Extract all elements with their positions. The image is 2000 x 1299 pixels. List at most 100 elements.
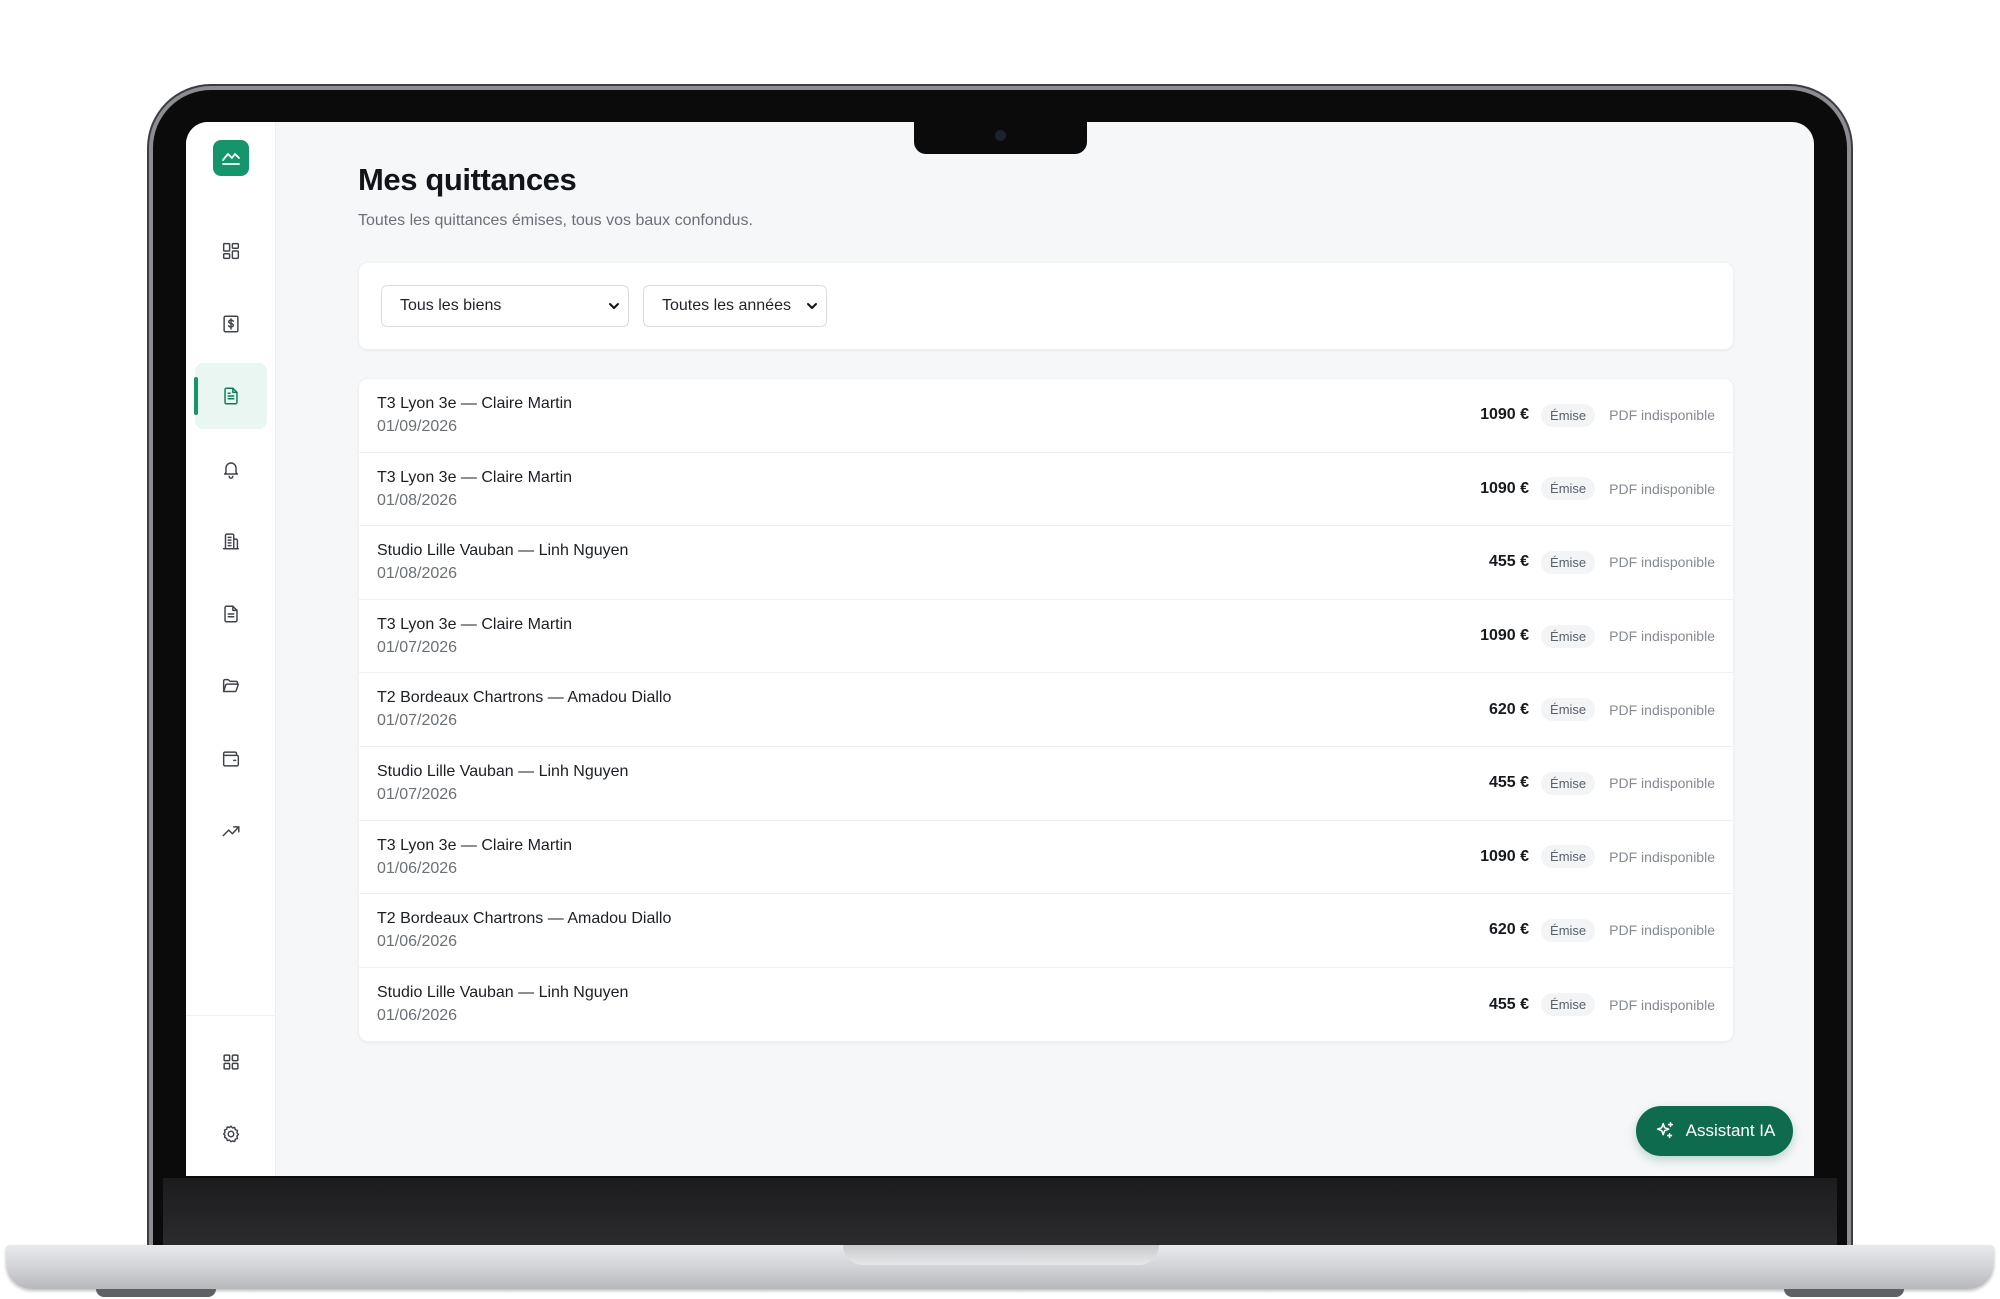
sidebar-item-properties[interactable] (195, 508, 267, 574)
assistant-ia-label: Assistant IA (1685, 1121, 1776, 1140)
status-badge: Émise (1541, 550, 1596, 574)
sidebar (186, 122, 276, 1176)
receipt-date: 01/08/2026 (377, 491, 458, 509)
pdf-status: PDF indisponible (1609, 554, 1715, 571)
pdf-status: PDF indisponible (1609, 996, 1715, 1013)
receipt-meta: 620 € Émise PDF indisponible (1489, 894, 1715, 967)
receipt-title: T3 Lyon 3e — Claire Martin (377, 615, 573, 633)
receipt-meta: 620 € Émise PDF indisponible (1489, 673, 1715, 746)
pdf-status: PDF indisponible (1609, 407, 1715, 424)
logo-icon (222, 153, 240, 165)
receipts-icon (224, 387, 238, 405)
bell-icon (223, 462, 239, 479)
pdf-status: PDF indisponible (1609, 480, 1715, 497)
year-filter-select[interactable]: Toutes les années (643, 285, 827, 327)
receipt-title: Studio Lille Vauban — Linh Nguyen (377, 983, 629, 1001)
property-filter-value: Tous les biens (400, 297, 502, 314)
pdf-status: PDF indisponible (1609, 922, 1715, 939)
status-badge: Émise (1541, 698, 1596, 722)
receipt-row[interactable]: T3 Lyon 3e — Claire Martin 01/09/2026 10… (359, 379, 1733, 453)
laptop-bezel-bottom (163, 1178, 1837, 1245)
chevron-down-icon (807, 303, 817, 309)
camera-notch (914, 122, 1087, 154)
sidebar-item-analytics[interactable] (195, 798, 267, 864)
status-badge: Émise (1541, 918, 1596, 942)
sidebar-item-notifications[interactable] (195, 436, 267, 502)
sidebar-item-receipts[interactable] (194, 363, 267, 429)
receipt-meta: 1090 € Émise PDF indisponible (1480, 379, 1715, 452)
pdf-status: PDF indisponible (1609, 848, 1715, 865)
assistant-ia-button[interactable]: Assistant IA (1636, 1106, 1793, 1156)
receipt-row[interactable]: Studio Lille Vauban — Linh Nguyen 01/08/… (359, 526, 1733, 600)
receipt-amount: 455 € (1488, 774, 1530, 792)
trending-up-icon (222, 826, 240, 837)
receipt-meta: 1090 € Émise PDF indisponible (1480, 821, 1715, 894)
laptop-foot-left (96, 1289, 216, 1297)
receipt-row[interactable]: Studio Lille Vauban — Linh Nguyen 01/06/… (359, 968, 1733, 1042)
receipt-amount: 455 € (1488, 995, 1530, 1013)
receipt-date: 01/06/2026 (377, 1006, 458, 1024)
receipt-title: T2 Bordeaux Chartrons — Amadou Diallo (377, 689, 672, 707)
pdf-status: PDF indisponible (1609, 775, 1715, 792)
app-screen: Mes quittances Toutes les quittances émi… (186, 122, 1814, 1176)
receipt-row[interactable]: T3 Lyon 3e — Claire Martin 01/07/2026 10… (359, 600, 1733, 674)
sidebar-item-files[interactable] (195, 653, 267, 719)
receipt-amount: 1090 € (1480, 479, 1530, 497)
receipt-date: 01/07/2026 (377, 785, 458, 803)
receipt-title: Studio Lille Vauban — Linh Nguyen (377, 762, 629, 780)
receipt-meta: 1090 € Émise PDF indisponible (1480, 453, 1715, 526)
status-badge: Émise (1541, 993, 1596, 1017)
sidebar-divider (186, 1015, 276, 1016)
receipt-amount: 455 € (1488, 553, 1530, 571)
sidebar-item-wallet[interactable] (195, 726, 267, 792)
filters-card: Tous les biens Toutes les années (358, 262, 1734, 350)
status-badge: Émise (1541, 771, 1596, 795)
sidebar-item-apps[interactable] (195, 1029, 267, 1095)
sidebar-item-documents[interactable] (195, 581, 267, 647)
status-badge: Émise (1541, 845, 1596, 869)
payments-icon (223, 315, 239, 333)
receipt-row[interactable]: T3 Lyon 3e — Claire Martin 01/06/2026 10… (359, 821, 1733, 895)
page-subtitle: Toutes les quittances émises, tous vos b… (358, 212, 753, 229)
sparkles-icon (1656, 1121, 1673, 1139)
receipt-row[interactable]: T3 Lyon 3e — Claire Martin 01/08/2026 10… (359, 453, 1733, 527)
receipt-title: T3 Lyon 3e — Claire Martin (377, 836, 573, 854)
pdf-status: PDF indisponible (1609, 628, 1715, 645)
pdf-status: PDF indisponible (1609, 701, 1715, 718)
laptop-foot-right (1784, 1289, 1904, 1297)
gear-icon (222, 1125, 240, 1143)
property-filter-select[interactable]: Tous les biens (381, 285, 629, 327)
sidebar-item-payments[interactable] (195, 291, 267, 357)
receipt-meta: 455 € Émise PDF indisponible (1489, 747, 1715, 820)
app-logo[interactable] (213, 140, 249, 176)
receipt-date: 01/06/2026 (377, 933, 458, 951)
receipt-meta: 1090 € Émise PDF indisponible (1480, 600, 1715, 673)
receipt-row[interactable]: T2 Bordeaux Chartrons — Amadou Diallo 01… (359, 894, 1733, 968)
status-badge: Émise (1541, 477, 1596, 501)
main-content: Mes quittances Toutes les quittances émi… (358, 162, 1734, 1043)
folder-icon (222, 678, 240, 693)
sidebar-item-dashboard[interactable] (195, 218, 267, 284)
receipt-title: T3 Lyon 3e — Claire Martin (377, 395, 573, 412)
building-icon (222, 533, 240, 550)
receipt-amount: 620 € (1488, 921, 1530, 939)
chevron-down-icon (609, 303, 619, 309)
sidebar-item-settings[interactable] (195, 1101, 267, 1167)
apps-icon (223, 1054, 239, 1070)
document-icon (224, 605, 238, 623)
status-badge: Émise (1541, 403, 1596, 427)
receipt-date: 01/09/2026 (377, 418, 458, 435)
receipt-row[interactable]: Studio Lille Vauban — Linh Nguyen 01/07/… (359, 747, 1733, 821)
receipt-title: T2 Bordeaux Chartrons — Amadou Diallo (377, 910, 672, 928)
receipt-meta: 455 € Émise PDF indisponible (1489, 526, 1715, 599)
camera-icon (995, 130, 1006, 141)
receipt-row[interactable]: T2 Bordeaux Chartrons — Amadou Diallo 01… (359, 673, 1733, 747)
receipt-title: T3 Lyon 3e — Claire Martin (377, 468, 573, 486)
status-badge: Émise (1541, 624, 1596, 648)
dashboard-icon (222, 242, 240, 260)
laptop-base-notch (843, 1245, 1159, 1265)
receipt-date: 01/07/2026 (377, 712, 458, 730)
receipt-amount: 620 € (1488, 700, 1530, 718)
year-filter-value: Toutes les années (662, 297, 791, 314)
receipt-title: Studio Lille Vauban — Linh Nguyen (377, 542, 629, 560)
